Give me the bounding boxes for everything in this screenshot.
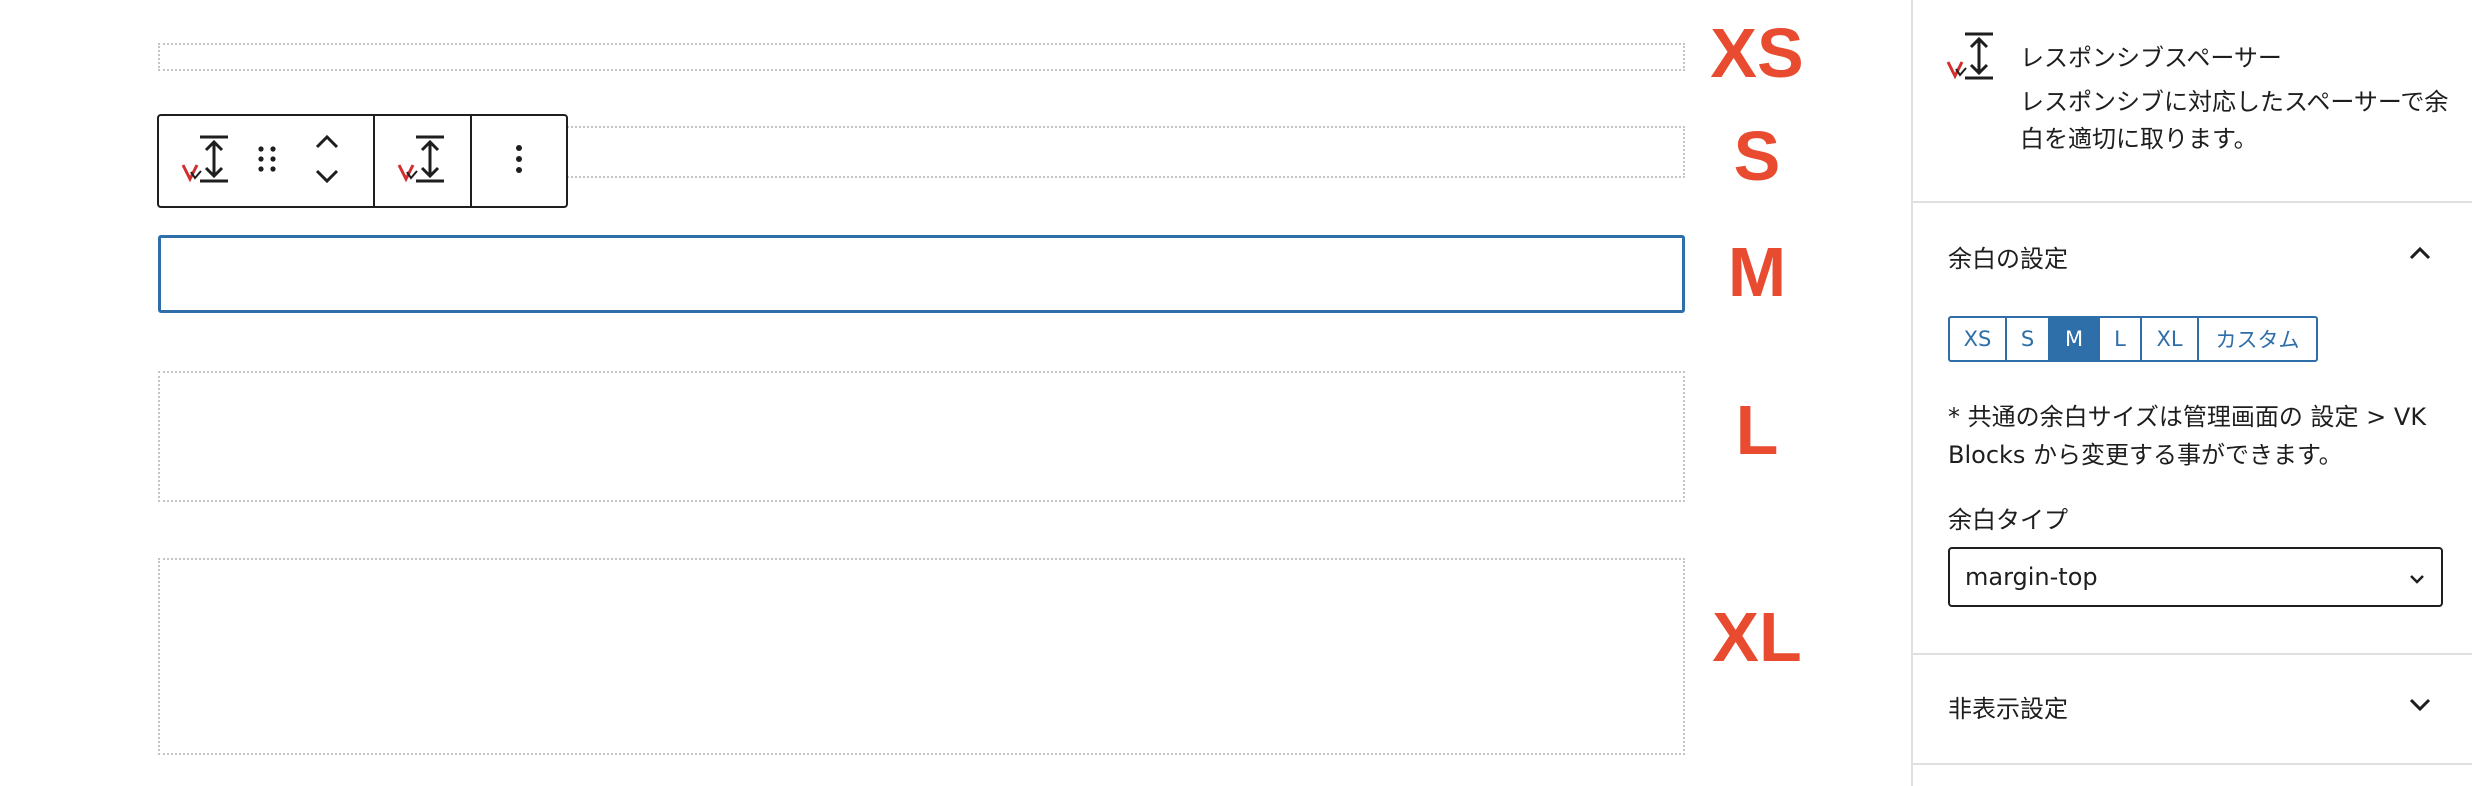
vk-spacer-icon: [1946, 28, 1998, 88]
spacing-type-value: margin-top: [1965, 563, 2098, 591]
vk-spacer-icon: [181, 131, 233, 191]
size-option-xl[interactable]: XL: [2142, 318, 2199, 360]
size-option-xs[interactable]: XS: [1950, 318, 2007, 360]
spacing-type-label: 余白タイプ: [1948, 506, 2068, 534]
spacing-type-select[interactable]: margin-top: [1948, 547, 2443, 607]
move-up-icon: [313, 133, 341, 155]
block-type-button[interactable]: [167, 116, 247, 206]
more-options-icon: [515, 144, 523, 178]
block-title: レスポンシブスペーサー: [2020, 44, 2282, 72]
toolbar-spacer-group: [375, 116, 470, 206]
toolbar-options-group: [472, 116, 566, 206]
spacer-block-xl[interactable]: [158, 558, 1685, 755]
block-toolbar: [157, 114, 568, 208]
size-option-custom[interactable]: カスタム: [2199, 318, 2316, 360]
hide-panel-title[interactable]: 非表示設定: [1948, 689, 2068, 724]
size-label-xl: XL: [1712, 598, 1802, 676]
spacer-settings-button[interactable]: [375, 116, 470, 206]
size-label-m: M: [1727, 233, 1787, 311]
move-up-button[interactable]: [313, 127, 341, 161]
chevron-down-icon[interactable]: [2408, 697, 2432, 717]
drag-handle-icon: [256, 144, 278, 178]
move-down-icon: [313, 167, 341, 189]
block-description: レスポンシブに対応したスペーサーで余白を適切に取ります。: [2020, 88, 2449, 153]
spacing-note: * 共通の余白サイズは管理画面の 設定 > VK Blocks から変更する事が…: [1948, 403, 2427, 469]
settings-sidebar: レスポンシブスペーサー レスポンシブに対応したスペーサーで余白を適切に取ります。…: [1911, 0, 2472, 786]
size-option-l[interactable]: L: [2100, 318, 2142, 360]
size-label-xs: XS: [1710, 14, 1804, 92]
chevron-down-icon: [2407, 567, 2427, 595]
spacing-panel-title[interactable]: 余白の設定: [1948, 239, 2068, 274]
size-option-s[interactable]: S: [2007, 318, 2050, 360]
spacing-size-selector: XS S M L XL カスタム: [1948, 316, 2318, 362]
spacer-block-xs[interactable]: [158, 43, 1685, 71]
move-down-button[interactable]: [313, 161, 341, 195]
vk-spacer-icon: [397, 131, 449, 191]
spacer-block-m[interactable]: [158, 235, 1685, 313]
mover-group: [287, 116, 367, 206]
chevron-up-icon[interactable]: [2408, 245, 2432, 265]
spacer-block-l[interactable]: [158, 371, 1685, 502]
drag-handle-button[interactable]: [247, 116, 287, 206]
block-card: レスポンシブスペーサー レスポンシブに対応したスペーサーで余白を適切に取ります。: [1913, 0, 2472, 203]
editor-canvas: XS S M L XL: [0, 0, 1911, 786]
hide-panel: 非表示設定: [1913, 655, 2472, 765]
toolbar-block-group: [159, 116, 373, 206]
size-label-l: L: [1735, 391, 1779, 469]
size-option-m[interactable]: M: [2050, 318, 2100, 360]
more-options-button[interactable]: [472, 116, 566, 206]
size-label-s: S: [1733, 117, 1781, 195]
